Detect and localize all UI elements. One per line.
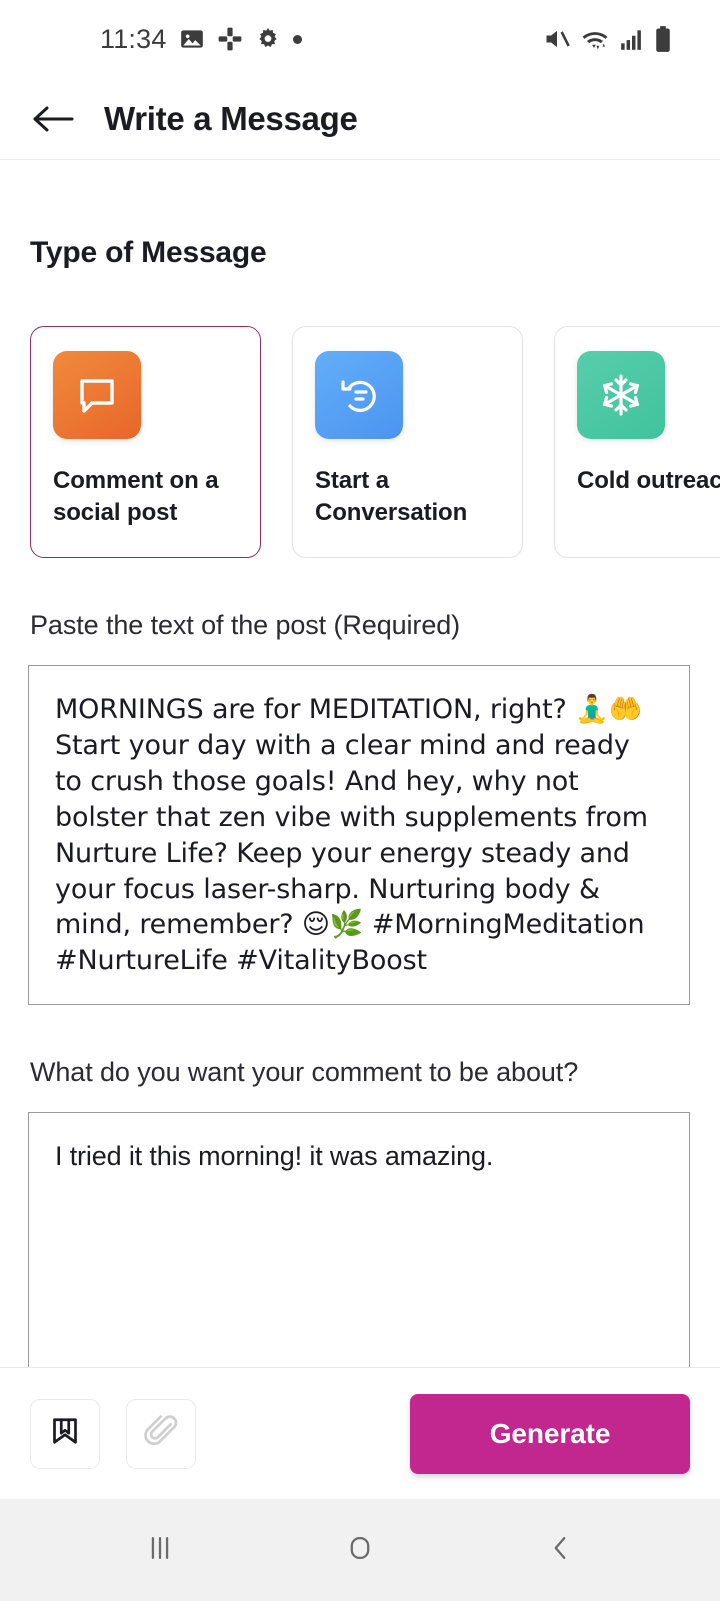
- home-icon: [343, 1531, 377, 1570]
- message-type-label: Cold outreach: [577, 467, 720, 494]
- wifi-icon: [580, 25, 610, 53]
- status-bar-right: [543, 25, 690, 53]
- message-type-card-comment[interactable]: Comment on a social post: [30, 326, 261, 558]
- message-type-card-conversation[interactable]: Start a Conversation: [292, 326, 523, 558]
- back-button[interactable]: [515, 1515, 605, 1585]
- signal-icon: [619, 26, 645, 52]
- message-type-label: Start a Conversation: [315, 467, 468, 526]
- message-type-label: Comment on a social post: [53, 467, 219, 526]
- status-bar: 11:34: [0, 0, 720, 78]
- bookmark-icon: [47, 1413, 83, 1454]
- generate-button[interactable]: Generate: [410, 1393, 690, 1474]
- post-field-label: Paste the text of the post (Required): [30, 610, 461, 640]
- about-text-input[interactable]: I tried it this morning! it was amazing.: [28, 1112, 690, 1380]
- recents-icon: [143, 1531, 177, 1570]
- recents-button[interactable]: [115, 1515, 205, 1585]
- message-type-list[interactable]: Comment on a social post Start a Convers…: [0, 326, 720, 558]
- home-button[interactable]: [315, 1515, 405, 1585]
- section-title: Type of Message: [30, 236, 267, 269]
- android-nav-bar: [0, 1499, 720, 1601]
- dot-icon: [292, 34, 302, 44]
- app-bar: Write a Message: [0, 78, 720, 160]
- paperclip-icon: [143, 1413, 179, 1454]
- page-title: Write a Message: [104, 99, 358, 137]
- main-content: Type of Message Comment on a social post: [0, 160, 720, 1499]
- back-icon: [543, 1531, 577, 1570]
- snowflake-icon: [577, 351, 665, 439]
- conversation-reply-icon: [315, 351, 403, 439]
- phone-screen: 11:34 Write a Message Type of Message Co…: [0, 0, 720, 1601]
- mute-icon: [543, 25, 571, 53]
- gear-icon: [255, 26, 281, 52]
- battery-icon: [654, 25, 672, 53]
- slack-icon: [217, 26, 243, 52]
- image-icon: [179, 26, 205, 52]
- message-type-card-cold-outreach[interactable]: Cold outreach: [554, 326, 720, 558]
- back-arrow-icon[interactable]: [30, 102, 76, 136]
- post-text-value: MORNINGS are for MEDITATION, right? 🧘‍♂️…: [55, 694, 648, 977]
- bookmark-button[interactable]: [30, 1398, 100, 1469]
- about-field-label: What do you want your comment to be abou…: [30, 1057, 579, 1087]
- about-text-value: I tried it this morning! it was amazing.: [55, 1141, 494, 1171]
- status-bar-left: 11:34: [100, 24, 302, 55]
- action-bar: Generate: [0, 1367, 720, 1499]
- attach-button[interactable]: [126, 1398, 196, 1469]
- speech-bubble-icon: [53, 351, 141, 439]
- post-text-input[interactable]: MORNINGS are for MEDITATION, right? 🧘‍♂️…: [28, 665, 690, 1005]
- status-time: 11:34: [100, 23, 167, 54]
